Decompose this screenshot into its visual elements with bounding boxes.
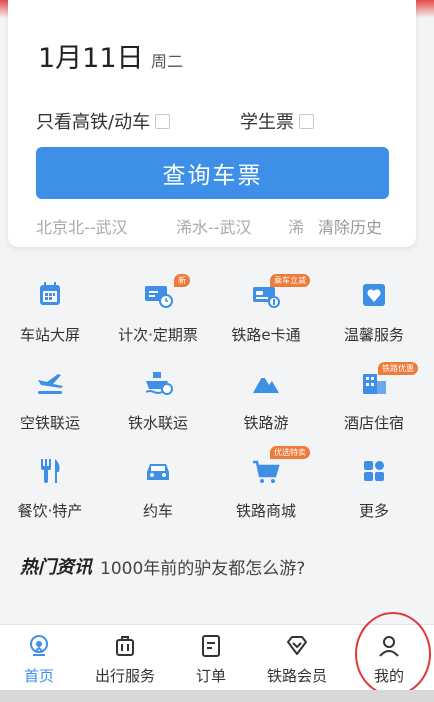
ticket-card-icon — [145, 286, 173, 308]
food-icon — [41, 459, 60, 483]
service-label: 铁路e卡通 — [231, 326, 301, 344]
mountain-icon — [253, 375, 279, 393]
bottom-edge — [0, 690, 434, 702]
station-screen-icon — [40, 282, 60, 305]
gaotie-only-checkbox[interactable] — [155, 113, 171, 129]
history-item[interactable]: 浠水--武汉 — [176, 214, 252, 238]
clear-history-button[interactable]: 清除历史 — [318, 214, 382, 238]
tab-label: 订单 — [195, 667, 226, 685]
service-food[interactable]: 餐饮·特产 — [0, 448, 104, 528]
home-icon — [30, 635, 48, 656]
highlight-circle — [355, 612, 431, 696]
service-ecard[interactable]: 乘车立减 铁路e卡通 — [212, 272, 320, 352]
student-ticket-checkbox[interactable] — [299, 113, 314, 129]
service-label: 空铁联运 — [19, 414, 80, 432]
tab-label: 首页 — [23, 667, 54, 685]
plane-train-icon — [38, 374, 63, 394]
service-label: 更多 — [358, 502, 389, 520]
hot-news-headline[interactable]: 1000年前的驴友都怎么游? — [100, 554, 305, 579]
service-warm[interactable]: 温馨服务 — [320, 272, 428, 352]
service-hotel[interactable]: 铁路优惠 酒店住宿 — [320, 360, 428, 440]
service-label: 车站大屏 — [19, 326, 80, 344]
student-ticket-label: 学生票 — [240, 112, 294, 133]
service-label: 铁路商城 — [235, 502, 296, 520]
service-rail-travel[interactable]: 铁路游 — [212, 360, 320, 440]
service-air-rail[interactable]: 空铁联运 — [0, 360, 104, 440]
service-water-rail[interactable]: 铁水联运 — [104, 360, 212, 440]
service-label: 餐饮·特产 — [17, 502, 83, 520]
query-tickets-button[interactable]: 查询车票 — [36, 147, 389, 199]
ship-train-icon — [145, 372, 173, 395]
tab-travel-service[interactable]: 出行服务 — [82, 625, 168, 691]
hot-news-title: 热门资讯 — [20, 557, 92, 578]
gaotie-only-label: 只看高铁/动车 — [36, 112, 151, 133]
service-mall[interactable]: 优选特卖 铁路商城 — [212, 446, 320, 528]
shopping-cart-icon — [253, 460, 280, 483]
tab-orders[interactable]: 订单 — [168, 625, 254, 691]
service-ride[interactable]: 约车 — [104, 448, 212, 528]
tab-rail-member[interactable]: 铁路会员 — [254, 625, 340, 691]
new-badge: 新 — [174, 274, 190, 287]
gaotie-only-option[interactable]: 只看高铁/动车 — [36, 108, 171, 134]
more-grid-icon — [364, 461, 384, 481]
car-icon — [147, 464, 169, 480]
ticket-search-card: 1月11日 周二 只看高铁/动车 学生票 查询车票 北京北--武汉 浠水--武汉… — [8, 0, 416, 247]
tab-home[interactable]: 首页 — [0, 625, 82, 691]
service-count-ticket[interactable]: 新 计次·定期票 — [104, 272, 212, 352]
discount-badge: 乘车立减 — [270, 274, 310, 287]
service-more[interactable]: 更多 — [320, 448, 428, 528]
student-ticket-option[interactable]: 学生票 — [240, 108, 314, 134]
rail-discount-badge: 铁路优惠 — [378, 362, 418, 375]
weekday-label: 周二 — [151, 52, 184, 71]
order-icon — [202, 635, 220, 657]
history-item[interactable]: 浠 — [288, 214, 313, 238]
service-label: 计次·定期票 — [118, 326, 198, 344]
selected-sale-badge: 优选特卖 — [270, 446, 310, 459]
tab-label: 铁路会员 — [266, 667, 327, 685]
hot-news-bar[interactable]: 热门资讯 1000年前的驴友都怎么游? — [20, 553, 305, 579]
service-label: 酒店住宿 — [343, 414, 404, 432]
date-selector[interactable]: 1月11日 — [38, 36, 144, 75]
diamond-icon — [287, 636, 307, 655]
service-label: 铁路游 — [243, 414, 289, 432]
tab-label: 出行服务 — [94, 667, 155, 685]
service-label: 铁水联运 — [127, 414, 188, 432]
service-label: 温馨服务 — [343, 326, 404, 344]
history-item[interactable]: 北京北--武汉 — [36, 214, 128, 238]
service-label: 约车 — [142, 502, 173, 520]
heart-service-icon — [363, 284, 385, 306]
luggage-icon — [116, 636, 134, 656]
service-station-screen[interactable]: 车站大屏 — [0, 272, 104, 352]
